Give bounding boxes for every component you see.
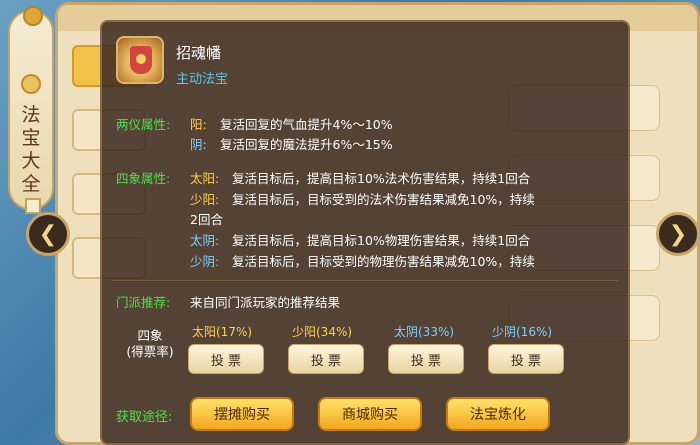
item-name: 招魂幡 [176,44,222,62]
liangyi-label: 两仪属性: [116,117,171,132]
sixiang-text: 复活目标后，目标受到的法术伤害结果减免10%，持续 [232,192,535,207]
soul-banner-icon [116,36,164,84]
liangyi-key: 阴: [190,137,207,152]
sixiang-key: 太阳: [190,171,220,186]
vote-title: 四象 (得票率) [120,328,180,360]
vote-button[interactable]: 投 票 [388,344,464,374]
banner-title: 法宝大全 [21,104,41,195]
sixiang-text: 复活目标后，提高目标10%法术伤害结果，持续1回合 [232,171,531,186]
recommend-text: 来自同门派玩家的推荐结果 [190,295,341,310]
vote-option-label: 少阴(16%) [492,325,553,339]
vote-button[interactable]: 投 票 [488,344,564,374]
treasure-tooltip: 招魂幡 主动法宝 两仪属性: 阳: 复活回复的气血提升4%～10% 阴: 复活回… [100,20,630,445]
vote-option-label: 太阴(33%) [394,325,455,339]
side-scroll-banner: 法宝大全 [8,6,54,214]
scroll-knob-icon [23,6,43,26]
item-type: 主动法宝 [176,72,229,87]
sixiang-key: 少阳: [190,192,220,207]
vote-title-line: 四象 [137,328,163,343]
mall-buy-button[interactable]: 商城购买 [318,397,422,431]
liangyi-text: 复活回复的魔法提升6%～15% [220,137,393,152]
seal-icon [25,198,41,214]
sixiang-text: 复活目标后，目标受到的物理伤害结果减免10%，持续 [232,254,535,269]
acquire-label: 获取途径: [116,410,173,425]
chevron-left-icon: ❮ [38,221,58,247]
recommend-label: 门派推荐: [116,295,171,310]
vote-option-label: 太阳(17%) [192,325,253,339]
vote-button[interactable]: 投 票 [188,344,264,374]
stall-buy-button[interactable]: 摆摊购买 [190,397,294,431]
sixiang-key: 少阴: [190,254,220,269]
vote-button[interactable]: 投 票 [288,344,364,374]
prev-page-button[interactable]: ❮ [26,212,70,256]
treasure-refine-button[interactable]: 法宝炼化 [446,397,550,431]
chevron-right-icon: ❯ [668,221,688,247]
liangyi-text: 复活回复的气血提升4%～10% [220,117,393,132]
next-page-button[interactable]: ❯ [656,212,700,256]
sixiang-text: 2回合 [190,212,223,227]
sixiang-key: 太阴: [190,233,220,248]
sixiang-label: 四象属性: [116,171,171,186]
sixiang-text: 复活目标后，提高目标10%物理伤害结果，持续1回合 [232,233,531,248]
coin-icon [21,74,41,94]
vote-option-label: 少阳(34%) [292,325,353,339]
liangyi-key: 阳: [190,117,207,132]
vote-title-line: (得票率) [126,344,174,359]
divider [112,280,618,281]
